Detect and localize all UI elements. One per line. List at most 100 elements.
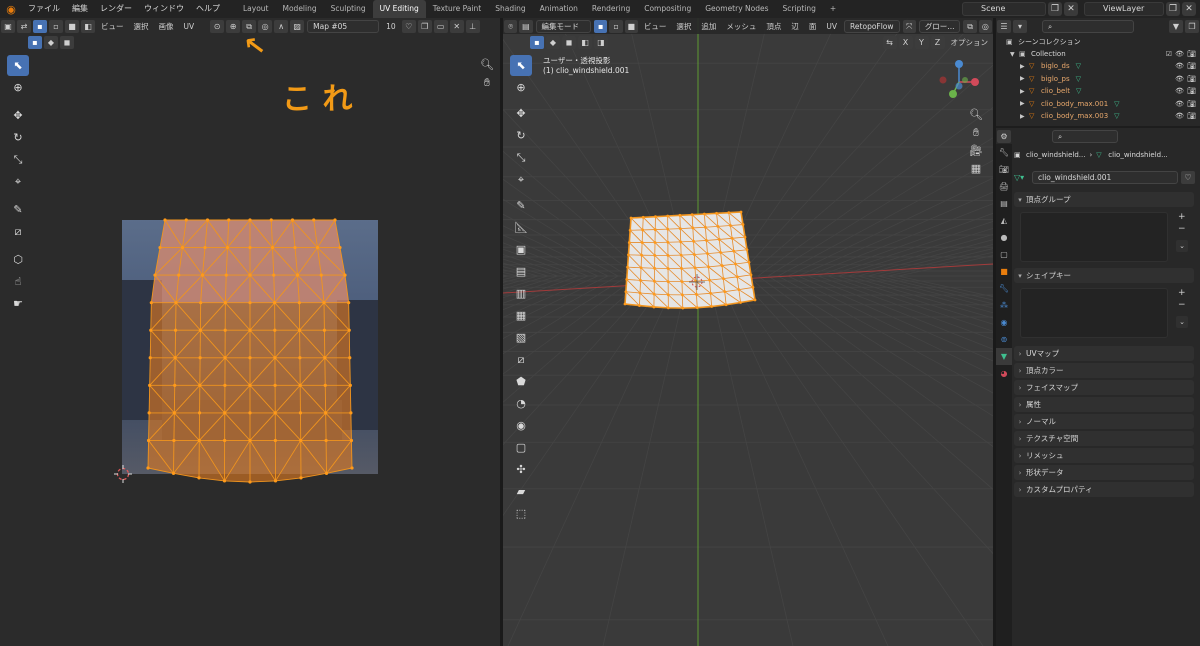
tab-texture-paint[interactable]: Texture Paint xyxy=(426,0,488,18)
uv-mesh-overlay[interactable] xyxy=(0,18,500,646)
tab-animation[interactable]: Animation xyxy=(533,0,585,18)
new-collection-icon[interactable]: ❐ xyxy=(1185,19,1199,33)
collection-render-icon[interactable]: 📷︎ xyxy=(1187,50,1196,58)
tab-scripting[interactable]: Scripting xyxy=(776,0,823,18)
uv-2d-cursor-icon[interactable] xyxy=(114,465,132,483)
mesh-browse-icon[interactable]: ▽▾ xyxy=(1014,173,1030,182)
collection-visibility-icon[interactable]: 👁︎ xyxy=(1175,50,1184,58)
modifier-tab-icon[interactable]: 🔧︎ xyxy=(996,280,1012,297)
add-workspace-button[interactable]: + xyxy=(823,0,843,18)
viewport-mesh[interactable] xyxy=(503,18,993,646)
menu-help[interactable]: ヘルプ xyxy=(190,0,226,18)
view-layer-tab-icon[interactable]: ▤ xyxy=(996,195,1012,212)
render-visibility-icon[interactable]: 📷︎ xyxy=(1187,112,1196,120)
outliner-item[interactable]: ▶ ▽ clio_body_max.001 ▽ 👁︎ 📷︎ xyxy=(996,98,1200,110)
outliner-scene-collection[interactable]: ▣ シーンコレクション xyxy=(996,36,1200,48)
properties-search-input[interactable]: ⌕ xyxy=(1052,129,1118,143)
mesh-data-tab-icon[interactable]: ▼ xyxy=(996,348,1012,365)
physics-tab-icon[interactable]: ◉ xyxy=(996,314,1012,331)
expand-chevron-icon[interactable]: ▶ xyxy=(1020,63,1029,70)
outliner-item[interactable]: ▶ ▽ biglo_ds ▽ 👁︎ 📷︎ xyxy=(996,60,1200,72)
tool-tab-icon[interactable]: 🔧︎ xyxy=(996,144,1012,161)
collection-checkbox-icon[interactable]: ☑ xyxy=(1166,50,1172,58)
view-layer-selector[interactable]: ViewLayer xyxy=(1084,2,1164,16)
tab-geometry-nodes[interactable]: Geometry Nodes xyxy=(698,0,775,18)
outliner-item[interactable]: ▶ ▽ clio_belt ▽ 👁︎ 📷︎ xyxy=(996,85,1200,97)
outliner-item[interactable]: ▶ ▽ clio_body_max.003 ▽ 👁︎ 📷︎ xyxy=(996,110,1200,122)
new-view-layer-icon[interactable]: ❐ xyxy=(1166,2,1180,16)
collection-tab-icon[interactable]: ▢ xyxy=(996,246,1012,263)
material-tab-icon[interactable]: ◕ xyxy=(996,365,1012,382)
delete-scene-icon[interactable]: ✕ xyxy=(1064,2,1078,16)
expand-chevron-icon[interactable]: ▶ xyxy=(1020,75,1029,82)
scene-tab-icon[interactable]: ◭ xyxy=(996,212,1012,229)
output-tab-icon[interactable]: 🖨︎ xyxy=(996,178,1012,195)
shape-keys-panel[interactable]: ▾ シェイプキー xyxy=(1014,268,1194,283)
collapsed-panel[interactable]: › カスタムプロパティ xyxy=(1014,482,1194,497)
visibility-icon[interactable]: 👁︎ xyxy=(1175,62,1184,70)
tab-compositing[interactable]: Compositing xyxy=(637,0,698,18)
visibility-icon[interactable]: 👁︎ xyxy=(1175,112,1184,120)
tab-rendering[interactable]: Rendering xyxy=(585,0,637,18)
shape-keys-list[interactable] xyxy=(1020,288,1168,338)
tab-layout[interactable]: Layout xyxy=(236,0,276,18)
expand-chevron-icon[interactable]: ▶ xyxy=(1020,113,1029,120)
mesh-data-icon: ▽ xyxy=(1096,151,1102,159)
collapse-chevron-icon: › xyxy=(1018,434,1022,443)
vertex-group-add-icon[interactable]: + xyxy=(1178,212,1186,222)
tab-modeling[interactable]: Modeling xyxy=(276,0,324,18)
collapse-chevron-icon: › xyxy=(1018,400,1022,409)
vertex-groups-panel[interactable]: ▾ 頂点グループ xyxy=(1014,192,1194,207)
shape-key-menu-icon[interactable]: ⌄ xyxy=(1176,316,1188,328)
new-scene-icon[interactable]: ❐ xyxy=(1048,2,1062,16)
visibility-icon[interactable]: 👁︎ xyxy=(1175,75,1184,83)
collapsed-panel[interactable]: › リメッシュ xyxy=(1014,448,1194,463)
world-tab-icon[interactable]: ● xyxy=(996,229,1012,246)
render-tab-icon[interactable]: 📷︎ xyxy=(996,161,1012,178)
outliner-collection[interactable]: ▼ ▣ Collection ☑ 👁︎ 📷︎ xyxy=(996,48,1200,60)
blender-logo-icon[interactable]: ◉ xyxy=(0,0,22,18)
vertex-group-menu-icon[interactable]: ⌄ xyxy=(1176,240,1188,252)
display-mode-icon[interactable]: ▾ xyxy=(1013,19,1027,33)
visibility-icon[interactable]: 👁︎ xyxy=(1175,100,1184,108)
vertex-group-remove-icon[interactable]: − xyxy=(1178,224,1186,234)
shape-key-add-icon[interactable]: + xyxy=(1178,288,1186,298)
outliner-search-input[interactable]: ⌕ xyxy=(1042,19,1134,33)
constraints-tab-icon[interactable]: ⊚ xyxy=(996,331,1012,348)
shape-key-remove-icon[interactable]: − xyxy=(1178,300,1186,310)
tab-shading[interactable]: Shading xyxy=(488,0,532,18)
menu-edit[interactable]: 編集 xyxy=(66,0,94,18)
collapse-chevron-icon[interactable]: ▼ xyxy=(1010,51,1019,58)
mesh-fake-user-icon[interactable]: ♡ xyxy=(1181,170,1195,184)
filter-icon[interactable]: ▼ xyxy=(1169,19,1183,33)
collapsed-panel[interactable]: › ノーマル xyxy=(1014,414,1194,429)
tab-uv-editing[interactable]: UV Editing xyxy=(372,0,426,18)
particles-tab-icon[interactable]: ⁂ xyxy=(996,297,1012,314)
scene-selector[interactable]: Scene xyxy=(962,2,1046,16)
annotation-text: こ れ xyxy=(282,82,353,117)
properties-editor-type-icon[interactable]: ⚙ xyxy=(997,129,1011,143)
vertex-groups-list[interactable] xyxy=(1020,212,1168,262)
object-tab-icon[interactable]: ■ xyxy=(996,263,1012,280)
collapsed-panel[interactable]: › 属性 xyxy=(1014,397,1194,412)
collapsed-panel[interactable]: › UVマップ xyxy=(1014,346,1194,361)
delete-view-layer-icon[interactable]: ✕ xyxy=(1182,2,1196,16)
expand-chevron-icon[interactable]: ▶ xyxy=(1020,100,1029,107)
collapsed-panel[interactable]: › テクスチャ空間 xyxy=(1014,431,1194,446)
render-visibility-icon[interactable]: 📷︎ xyxy=(1187,62,1196,70)
render-visibility-icon[interactable]: 📷︎ xyxy=(1187,100,1196,108)
outliner-editor-type-icon[interactable]: ☰ xyxy=(997,19,1011,33)
mesh-name-field[interactable]: clio_windshield.001 xyxy=(1032,170,1178,184)
menu-file[interactable]: ファイル xyxy=(22,0,66,18)
collapsed-panel[interactable]: › 頂点カラー xyxy=(1014,363,1194,378)
menu-window[interactable]: ウィンドウ xyxy=(138,0,190,18)
menu-render[interactable]: レンダー xyxy=(94,0,138,18)
outliner-item[interactable]: ▶ ▽ biglo_ps ▽ 👁︎ 📷︎ xyxy=(996,73,1200,85)
collapsed-panel[interactable]: › フェイスマップ xyxy=(1014,380,1194,395)
tab-sculpting[interactable]: Sculpting xyxy=(324,0,373,18)
collapsed-panel[interactable]: › 形状データ xyxy=(1014,465,1194,480)
visibility-icon[interactable]: 👁︎ xyxy=(1175,87,1184,95)
render-visibility-icon[interactable]: 📷︎ xyxy=(1187,75,1196,83)
expand-chevron-icon[interactable]: ▶ xyxy=(1020,88,1029,95)
render-visibility-icon[interactable]: 📷︎ xyxy=(1187,87,1196,95)
